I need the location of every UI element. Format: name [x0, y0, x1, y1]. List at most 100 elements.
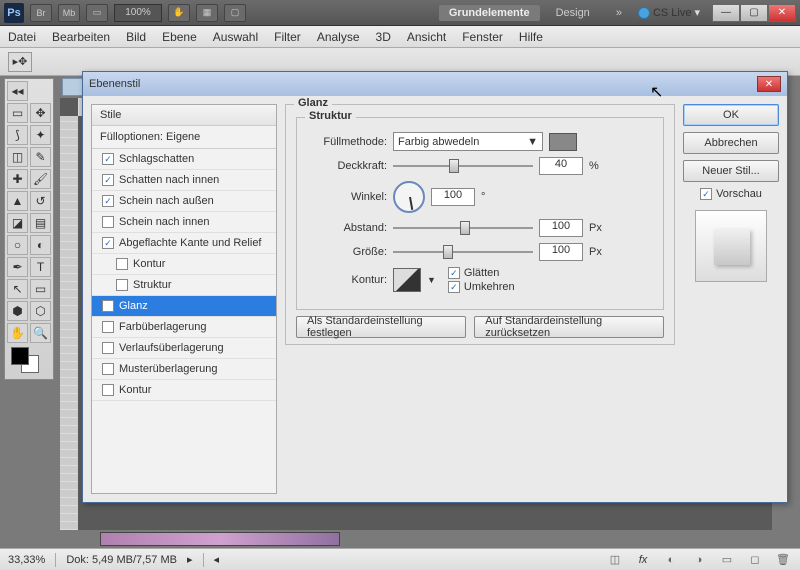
style-checkbox[interactable]: [116, 279, 128, 291]
new-style-button[interactable]: Neuer Stil...: [683, 160, 779, 182]
status-arrow[interactable]: ▸: [187, 553, 193, 566]
opacity-input[interactable]: 40: [539, 157, 583, 175]
menu-ansicht[interactable]: Ansicht: [407, 30, 446, 44]
styles-header[interactable]: Stile: [92, 105, 276, 126]
style-item-9[interactable]: Verlaufsüberlagerung: [92, 338, 276, 359]
size-input[interactable]: 100: [539, 243, 583, 261]
smooth-checkbox[interactable]: ✓: [448, 267, 460, 279]
close-button[interactable]: ✕: [768, 4, 796, 22]
status-adjust-icon[interactable]: ◑: [690, 553, 708, 567]
style-checkbox[interactable]: [102, 321, 114, 333]
screenmode-btn[interactable]: ▢: [224, 4, 246, 22]
style-item-2[interactable]: ✓Schein nach außen: [92, 191, 276, 212]
style-item-1[interactable]: ✓Schatten nach innen: [92, 170, 276, 191]
menu-datei[interactable]: Datei: [8, 30, 36, 44]
workspace-design[interactable]: Design: [546, 5, 600, 21]
style-checkbox[interactable]: [102, 342, 114, 354]
menu-auswahl[interactable]: Auswahl: [213, 30, 258, 44]
ok-button[interactable]: OK: [683, 104, 779, 126]
status-fx-icon[interactable]: fx: [634, 553, 652, 567]
dialog-titlebar[interactable]: Ebenenstil ✕: [83, 72, 787, 96]
bridge-btn[interactable]: Br: [30, 4, 52, 22]
style-item-10[interactable]: Musterüberlagerung: [92, 359, 276, 380]
minibridge-btn[interactable]: Mb: [58, 4, 80, 22]
toolbox-collapse[interactable]: ◂◂: [7, 81, 28, 101]
style-checkbox[interactable]: ✓: [102, 174, 114, 186]
style-checkbox[interactable]: ✓: [102, 195, 114, 207]
menu-3d[interactable]: 3D: [376, 30, 391, 44]
menu-analyse[interactable]: Analyse: [317, 30, 360, 44]
style-checkbox[interactable]: [116, 258, 128, 270]
style-checkbox[interactable]: [102, 216, 114, 228]
minimize-button[interactable]: —: [712, 4, 740, 22]
blend-mode-combo[interactable]: Farbig abwedeln▼: [393, 132, 543, 151]
style-item-7[interactable]: ✓Glanz: [92, 296, 276, 317]
workspace-grundelemente[interactable]: Grundelemente: [439, 5, 540, 21]
style-checkbox[interactable]: ✓: [102, 153, 114, 165]
status-zoom[interactable]: 33,33%: [8, 554, 45, 566]
fill-options-row[interactable]: Fülloptionen: Eigene: [92, 126, 276, 149]
dialog-close-button[interactable]: ✕: [757, 76, 781, 92]
style-item-3[interactable]: Schein nach innen: [92, 212, 276, 233]
status-scroll-left[interactable]: ◂: [214, 553, 220, 566]
size-slider[interactable]: [393, 244, 533, 260]
status-trash-icon[interactable]: 🗑: [774, 553, 792, 567]
eraser-tool[interactable]: ◪: [7, 213, 28, 233]
style-item-4[interactable]: ✓Abgeflachte Kante und Relief: [92, 233, 276, 254]
angle-dial[interactable]: [393, 181, 425, 213]
distance-input[interactable]: 100: [539, 219, 583, 237]
stamp-tool[interactable]: ▲: [7, 191, 28, 211]
opacity-slider[interactable]: [393, 158, 533, 174]
dodge-tool[interactable]: ◐: [30, 235, 51, 255]
lasso-tool[interactable]: ⟆: [7, 125, 28, 145]
crop-tool[interactable]: ◫: [7, 147, 28, 167]
status-folder-icon[interactable]: ▭: [718, 553, 736, 567]
shape-tool[interactable]: ▭: [30, 279, 51, 299]
zoom-tool[interactable]: 🔍: [30, 323, 51, 343]
style-item-11[interactable]: Kontur: [92, 380, 276, 401]
type-tool[interactable]: T: [30, 257, 51, 277]
style-checkbox[interactable]: ✓: [102, 300, 114, 312]
angle-input[interactable]: 100: [431, 188, 475, 206]
layout-btn[interactable]: ▭: [86, 4, 108, 22]
camera-tool[interactable]: ⬡: [30, 301, 51, 321]
preview-checkbox[interactable]: ✓: [700, 188, 712, 200]
menu-bild[interactable]: Bild: [126, 30, 146, 44]
status-layers-icon[interactable]: ◫: [606, 553, 624, 567]
move-tool-icon[interactable]: ▸✥: [8, 52, 32, 72]
zoom-level[interactable]: 100%: [114, 4, 162, 22]
status-doc[interactable]: Dok: 5,49 MB/7,57 MB: [66, 554, 177, 566]
maximize-button[interactable]: ▢: [740, 4, 768, 22]
color-swatches[interactable]: [9, 347, 49, 373]
menu-fenster[interactable]: Fenster: [462, 30, 503, 44]
brush-tool[interactable]: 🖌: [30, 169, 51, 189]
wand-tool[interactable]: ✦: [30, 125, 51, 145]
status-new-icon[interactable]: ◻: [746, 553, 764, 567]
style-checkbox[interactable]: [102, 384, 114, 396]
distance-slider[interactable]: [393, 220, 533, 236]
blend-color-swatch[interactable]: [549, 133, 577, 151]
history-brush-tool[interactable]: ↺: [30, 191, 51, 211]
hand-btn[interactable]: ✋: [168, 4, 190, 22]
status-mask-icon[interactable]: ◐: [662, 553, 680, 567]
ruler-vertical[interactable]: [60, 116, 78, 530]
move-tool[interactable]: ✥: [30, 103, 51, 123]
contour-picker[interactable]: [393, 268, 421, 292]
eyedropper-tool[interactable]: ✎: [30, 147, 51, 167]
invert-checkbox[interactable]: ✓: [448, 281, 460, 293]
workspace-more[interactable]: »: [606, 5, 632, 21]
gradient-tool[interactable]: ▤: [30, 213, 51, 233]
reset-default-button[interactable]: Auf Standardeinstellung zurücksetzen: [474, 316, 664, 338]
path-tool[interactable]: ↖: [7, 279, 28, 299]
menu-ebene[interactable]: Ebene: [162, 30, 197, 44]
heal-tool[interactable]: ✚: [7, 169, 28, 189]
arrange-btn[interactable]: ▦: [196, 4, 218, 22]
cs-live[interactable]: CS Live ▾: [638, 6, 700, 19]
make-default-button[interactable]: Als Standardeinstellung festlegen: [296, 316, 466, 338]
marquee-tool[interactable]: ▭: [7, 103, 28, 123]
style-item-6[interactable]: Struktur: [92, 275, 276, 296]
style-checkbox[interactable]: ✓: [102, 237, 114, 249]
menu-bearbeiten[interactable]: Bearbeiten: [52, 30, 110, 44]
3d-tool[interactable]: ⬢: [7, 301, 28, 321]
cancel-button[interactable]: Abbrechen: [683, 132, 779, 154]
